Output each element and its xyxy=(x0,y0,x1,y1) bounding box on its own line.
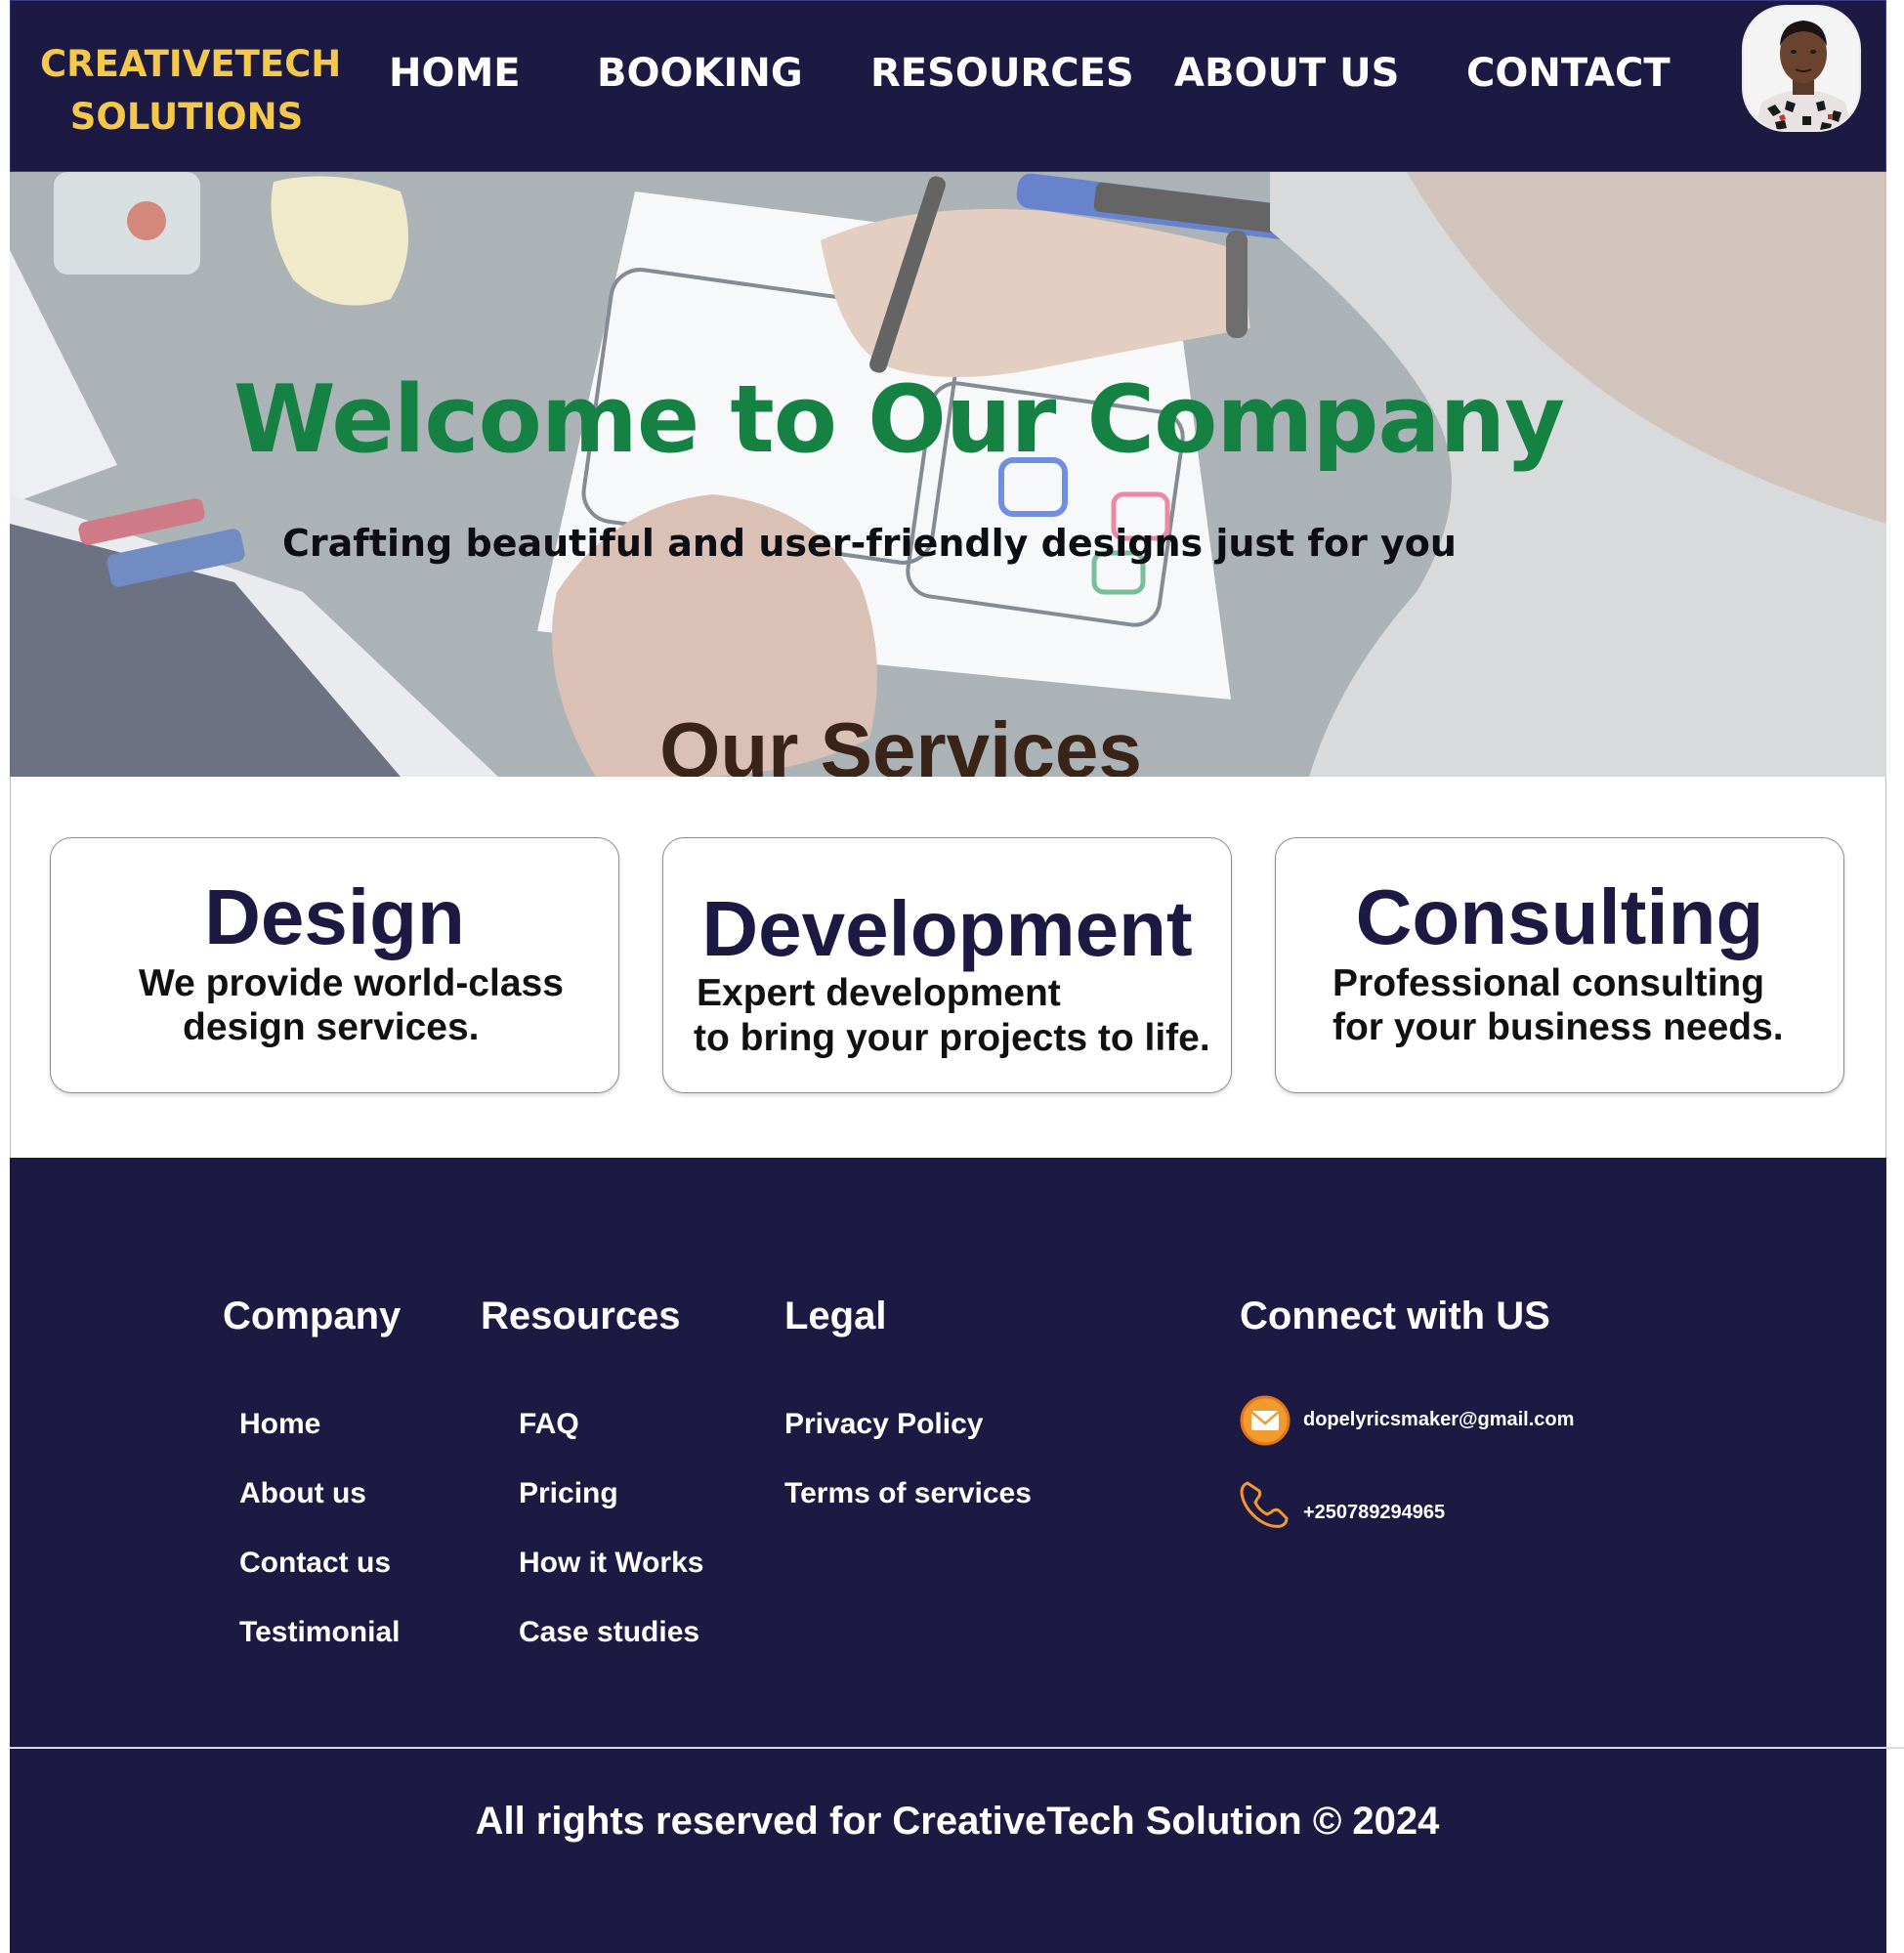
nav-resources[interactable]: RESOURCES xyxy=(870,46,1134,101)
service-card-desc-line2: to bring your projects to life. xyxy=(694,1017,1210,1059)
service-card-design[interactable]: Design We provide world-class design ser… xyxy=(50,837,619,1093)
services-section: Design We provide world-class design ser… xyxy=(10,777,1886,1158)
footer-email[interactable]: dopelyricsmaker@gmail.com xyxy=(1303,1406,1574,1433)
footer-link-home[interactable]: Home xyxy=(239,1405,320,1444)
site-footer xyxy=(10,1158,1886,1748)
service-card-desc-line2: design services. xyxy=(183,1006,480,1048)
service-card-title: Development xyxy=(701,885,1193,972)
service-card-development[interactable]: Development Expert development to bring … xyxy=(662,837,1232,1093)
footer-link-contact-us[interactable]: Contact us xyxy=(239,1544,391,1583)
footer-link-pricing[interactable]: Pricing xyxy=(519,1474,618,1513)
footer-connect-title: Connect with US xyxy=(1240,1295,1550,1337)
copyright-text: All rights reserved for CreativeTech Sol… xyxy=(475,1800,1440,1843)
page: CREATIVETECH SOLUTIONS HOME BOOKING RESO… xyxy=(10,0,1904,1953)
site-logo[interactable]: CREATIVETECH SOLUTIONS xyxy=(40,38,342,144)
footer-link-privacy-policy[interactable]: Privacy Policy xyxy=(784,1405,983,1444)
nav-booking[interactable]: BOOKING xyxy=(597,46,803,101)
footer-link-case-studies[interactable]: Case studies xyxy=(519,1613,699,1652)
footer-bottom-bar xyxy=(10,1749,1886,1953)
footer-resources-title: Resources xyxy=(481,1295,681,1337)
nav-contact[interactable]: CONTACT xyxy=(1466,46,1671,101)
footer-link-testimonial[interactable]: Testimonial xyxy=(239,1613,400,1652)
service-card-title: Design xyxy=(204,873,465,960)
hero-title: Welcome to Our Company xyxy=(233,366,1565,474)
site-header: CREATIVETECH SOLUTIONS HOME BOOKING RESO… xyxy=(10,0,1886,172)
service-card-desc-line1: Professional consulting xyxy=(1333,962,1765,1004)
service-card-desc-line2: for your business needs. xyxy=(1333,1006,1784,1048)
avatar-photo xyxy=(1744,7,1859,130)
footer-link-faq[interactable]: FAQ xyxy=(519,1405,579,1444)
nav-home[interactable]: HOME xyxy=(389,46,521,101)
footer-legal-title: Legal xyxy=(784,1295,887,1337)
service-card-consulting[interactable]: Consulting Professional consulting for y… xyxy=(1275,837,1844,1093)
service-card-title: Consulting xyxy=(1355,873,1764,960)
phone-icon[interactable] xyxy=(1238,1479,1292,1530)
nav-about-us[interactable]: ABOUT US xyxy=(1174,46,1399,101)
email-icon[interactable] xyxy=(1240,1395,1290,1446)
footer-link-about-us[interactable]: About us xyxy=(239,1474,366,1513)
service-card-desc-line1: Expert development xyxy=(697,972,1061,1014)
services-heading: Our Services xyxy=(659,706,1142,777)
footer-phone[interactable]: +250789294965 xyxy=(1303,1499,1445,1526)
avatar[interactable] xyxy=(1742,5,1861,132)
footer-link-terms-of-services[interactable]: Terms of services xyxy=(784,1474,1032,1513)
logo-line-1: CREATIVETECH xyxy=(40,43,342,85)
service-card-desc-line1: We provide world-class xyxy=(139,962,564,1004)
footer-link-how-it-works[interactable]: How it Works xyxy=(519,1544,703,1583)
footer-company-title: Company xyxy=(223,1295,402,1337)
logo-line-2: SOLUTIONS xyxy=(69,96,304,138)
hero-subtitle: Crafting beautiful and user-friendly des… xyxy=(282,522,1457,565)
